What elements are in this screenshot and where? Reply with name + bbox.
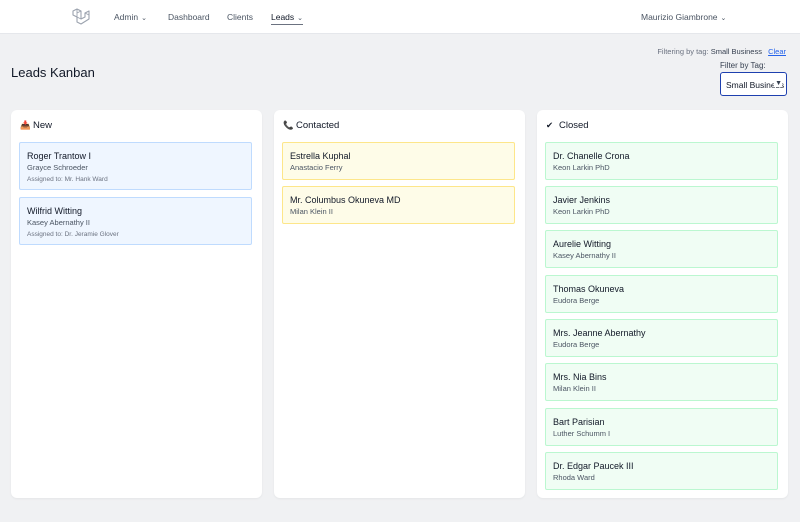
column-title-closed: ✔ Closed [546,120,589,131]
user-name: Maurizio Giambrone [641,12,718,22]
page-title: Leads Kanban [11,65,95,80]
lead-card[interactable]: Thomas Okuneva Eudora Berge [545,275,778,313]
lead-company: Rhoda Ward [553,473,595,482]
lead-name: Wilfrid Witting [27,206,83,216]
lead-name: Roger Trantow I [27,151,92,161]
filter-label: Filter by Tag: [720,61,766,70]
lead-company: Luther Schumm I [553,429,611,438]
lead-card[interactable]: Aurelie Witting Kasey Abernathy II [545,230,778,268]
nav-admin[interactable]: Admin ⌄ [114,12,147,22]
filter-status-tag: Small Business [710,47,762,56]
lead-company: Grayce Schroeder [27,163,88,172]
lead-name: Estrella Kuphal [290,151,351,161]
lead-assigned: Assigned to: Dr. Jeramie Glover [27,231,119,238]
lead-company: Anastacio Ferry [290,163,343,172]
chevron-down-icon: ⌄ [141,15,147,22]
column-title-contacted-label: Contacted [296,120,340,131]
lead-name: Mr. Columbus Okuneva MD [290,195,401,205]
lead-card[interactable]: Mr. Columbus Okuneva MD Milan Klein II [282,186,515,224]
tag-filter-select[interactable]: Small Business ▼ [720,72,787,96]
chevron-down-icon: ⌄ [297,15,304,22]
lead-card[interactable]: Mrs. Nia Bins Milan Klein II [545,363,778,401]
lead-card[interactable]: Mrs. Jeanne Abernathy Eudora Berge [545,319,778,357]
lead-company: Keon Larkin PhD [553,163,610,172]
lead-name: Aurelie Witting [553,239,612,249]
lead-name: Mrs. Jeanne Abernathy [553,328,646,338]
top-nav: Admin ⌄ Dashboard Clients Leads ⌄ Maurizio… [0,0,800,34]
nav-admin-label: Admin [114,12,139,22]
nav-clients[interactable]: Clients [227,12,253,22]
lead-name: Thomas Okuneva [553,284,625,294]
column-title-contacted: 📞 Contacted [283,120,339,131]
kanban-column-new: 📥 New Roger Trantow I Grayce Schroeder As… [11,110,262,498]
telephone-icon: 📞 [283,120,294,130]
column-title-new-label: New [33,120,53,131]
lead-card[interactable]: Estrella Kuphal Anastacio Ferry [282,142,515,180]
lead-company: Keon Larkin PhD [553,207,610,216]
lead-name: Dr. Edgar Paucek III [553,461,634,471]
column-title-closed-label: Closed [559,120,589,131]
nav-leads-label: Leads [271,12,295,22]
lead-card[interactable]: Javier Jenkins Keon Larkin PhD [545,186,778,224]
kanban-column-closed: ✔ Closed Dr. Chanelle Crona Keon Larkin P… [537,110,788,498]
lead-company: Milan Klein II [290,207,333,216]
lead-card[interactable]: Dr. Chanelle Crona Keon Larkin PhD [545,142,778,180]
dropdown-arrow-icon: ▼ [774,80,782,87]
lead-card[interactable]: Wilfrid Witting Kasey Abernathy II Assig… [19,197,252,245]
nav-leads[interactable]: Leads ⌄ [271,12,304,25]
clear-filter-link[interactable]: Clear [768,47,786,56]
lead-name: Mrs. Nia Bins [553,372,607,382]
nav-dashboard[interactable]: Dashboard [168,12,210,22]
lead-company: Kasey Abernathy II [553,251,616,260]
lead-assigned: Assigned to: Mr. Hank Ward [27,176,108,183]
laravel-logo-icon[interactable] [71,7,91,27]
lead-company: Eudora Berge [553,340,600,349]
check-mark-icon: ✔ [546,120,554,130]
lead-card[interactable]: Bart Parisian Luther Schumm I [545,408,778,446]
filter-status: Filtering by tag: Small Business Clear [657,47,786,56]
lead-card[interactable]: Dr. Edgar Paucek III Rhoda Ward [545,452,778,490]
lead-name: Dr. Chanelle Crona [553,151,630,161]
filter-status-prefix: Filtering by tag: [657,47,709,56]
lead-company: Eudora Berge [553,296,600,305]
chevron-down-icon: ⌄ [720,15,727,22]
lead-name: Javier Jenkins [553,195,611,205]
user-menu[interactable]: Maurizio Giambrone ⌄ [641,12,726,22]
lead-name: Bart Parisian [553,417,605,427]
lead-company: Kasey Abernathy II [27,218,90,227]
column-title-new: 📥 New [20,120,52,131]
lead-company: Milan Klein II [553,384,596,393]
inbox-tray-icon: 📥 [20,120,31,130]
lead-card[interactable]: Roger Trantow I Grayce Schroeder Assigne… [19,142,252,190]
kanban-column-contacted: 📞 Contacted Estrella Kuphal Anastacio Fer… [274,110,525,498]
